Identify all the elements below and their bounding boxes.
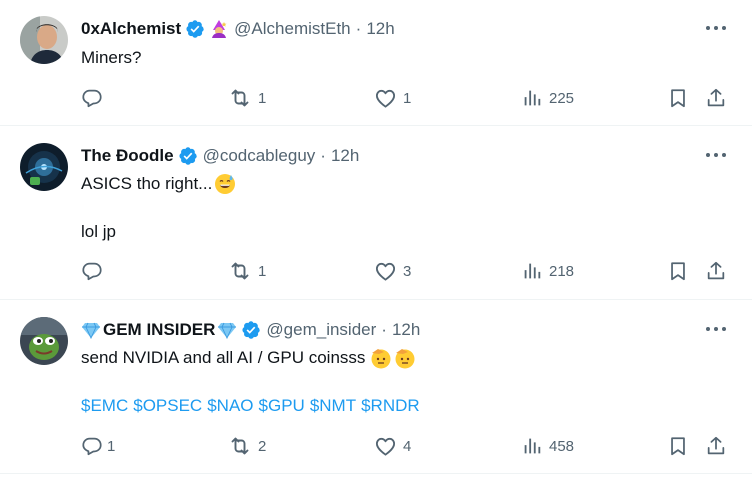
tweet-text-line: send NVIDIA and all AI / GPU coinsss xyxy=(81,348,366,367)
views-button[interactable]: 458 xyxy=(521,434,574,458)
more-dots-icon[interactable] xyxy=(706,22,726,34)
reply-button[interactable]: 1 xyxy=(81,434,115,458)
reply-button[interactable] xyxy=(81,259,103,283)
view-count: 225 xyxy=(549,89,575,107)
bookmark-button[interactable] xyxy=(667,86,689,110)
tweet[interactable]: GEM INSIDER @gem_insider · 12h send NVID… xyxy=(0,301,752,474)
cashtag-link[interactable]: $NMT xyxy=(310,396,356,416)
heart-icon xyxy=(374,260,397,283)
views-chart-icon xyxy=(521,260,543,282)
repost-count: 1 xyxy=(258,89,267,107)
action-bar: 1 2 4 458 xyxy=(0,434,752,458)
timestamp[interactable]: 12h xyxy=(366,19,394,39)
reply-icon xyxy=(81,435,103,457)
avatar[interactable] xyxy=(20,143,68,191)
heart-icon xyxy=(374,435,397,458)
view-count: 218 xyxy=(549,262,575,280)
bookmark-button[interactable] xyxy=(667,259,689,283)
author-handle[interactable]: @gem_insider xyxy=(266,320,376,340)
cashtag-link[interactable]: $GPU xyxy=(259,396,305,416)
reply-count: 1 xyxy=(107,437,116,455)
gem-emoji-icon xyxy=(81,321,101,339)
views-chart-icon xyxy=(521,87,543,109)
repost-button[interactable]: 1 xyxy=(228,86,266,110)
repost-icon xyxy=(228,259,252,283)
cashtag-link[interactable]: $EMC xyxy=(81,396,128,416)
share-button[interactable] xyxy=(705,86,727,110)
repost-icon xyxy=(228,434,252,458)
sweat-smile-emoji-icon xyxy=(214,173,236,195)
timestamp[interactable]: 12h xyxy=(392,320,420,340)
view-count: 458 xyxy=(549,437,575,455)
views-button[interactable]: 225 xyxy=(521,86,574,110)
tweet-header: The Ðoodle @codcableguy · 12h xyxy=(81,145,359,167)
bookmark-icon xyxy=(667,435,689,457)
separator: · xyxy=(320,146,326,165)
author-name[interactable]: 0xAlchemist xyxy=(81,19,181,39)
tweet[interactable]: 0xAlchemist @AlchemistEth · 12h Miners? … xyxy=(0,0,752,126)
verified-badge-icon xyxy=(241,320,261,340)
share-icon xyxy=(705,435,727,457)
share-button[interactable] xyxy=(705,434,727,458)
like-button[interactable]: 4 xyxy=(374,434,411,458)
saluting-face-emoji-icon xyxy=(394,347,416,369)
author-name[interactable]: GEM INSIDER xyxy=(103,320,215,340)
cashtag-list: $EMC $OPSEC $NAO $GPU $NMT $RNDR xyxy=(81,395,420,417)
bookmark-button[interactable] xyxy=(667,434,689,458)
repost-count: 1 xyxy=(258,262,267,280)
tweet-text: lol jp xyxy=(81,222,116,241)
timestamp[interactable]: 12h xyxy=(331,146,359,166)
like-count: 4 xyxy=(403,437,412,455)
tweet[interactable]: The Ðoodle @codcableguy · 12h ASICS tho … xyxy=(0,127,752,300)
avatar[interactable] xyxy=(20,16,68,64)
gem-emoji-icon xyxy=(217,321,237,339)
action-bar: 1 3 218 xyxy=(0,259,752,283)
repost-button[interactable]: 1 xyxy=(228,259,266,283)
tweet-text-line: ASICS tho right... xyxy=(81,174,213,193)
action-bar: 1 1 225 xyxy=(0,86,752,110)
like-count: 1 xyxy=(403,89,412,107)
author-handle[interactable]: @codcableguy xyxy=(203,146,316,166)
more-dots-icon[interactable] xyxy=(706,149,726,161)
like-button[interactable]: 1 xyxy=(374,86,411,110)
share-button[interactable] xyxy=(705,259,727,283)
cashtag-link[interactable]: $NAO xyxy=(207,396,253,416)
separator: · xyxy=(381,320,387,339)
repost-icon xyxy=(228,86,252,110)
bookmark-icon xyxy=(667,260,689,282)
mage-emoji-icon xyxy=(209,19,229,39)
verified-badge-icon xyxy=(178,146,198,166)
reply-button[interactable] xyxy=(81,86,103,110)
tweet-text: send NVIDIA and all AI / GPU coinsss xyxy=(81,345,416,371)
tweet-text: Miners? xyxy=(81,48,142,67)
repost-button[interactable]: 2 xyxy=(228,434,266,458)
tweet-header: GEM INSIDER @gem_insider · 12h xyxy=(81,319,420,341)
author-handle[interactable]: @AlchemistEth xyxy=(234,19,350,39)
verified-badge-icon xyxy=(185,19,205,39)
cashtag-link[interactable]: $OPSEC xyxy=(133,396,202,416)
avatar[interactable] xyxy=(20,317,68,365)
repost-count: 2 xyxy=(258,437,267,455)
like-button[interactable]: 3 xyxy=(374,259,411,283)
share-icon xyxy=(705,87,727,109)
views-chart-icon xyxy=(521,435,543,457)
more-dots-icon[interactable] xyxy=(706,323,726,335)
separator: · xyxy=(355,19,362,38)
tweet-text: ASICS tho right... xyxy=(81,171,236,197)
share-icon xyxy=(705,260,727,282)
reply-icon xyxy=(81,260,103,282)
saluting-face-emoji-icon xyxy=(370,347,392,369)
tweet-header: 0xAlchemist @AlchemistEth · 12h xyxy=(81,18,395,40)
cashtag-link[interactable]: $RNDR xyxy=(361,396,420,416)
views-button[interactable]: 218 xyxy=(521,259,574,283)
reply-icon xyxy=(81,87,103,109)
heart-icon xyxy=(374,87,397,110)
author-name[interactable]: The Ðoodle xyxy=(81,146,174,166)
like-count: 3 xyxy=(403,262,412,280)
bookmark-icon xyxy=(667,87,689,109)
